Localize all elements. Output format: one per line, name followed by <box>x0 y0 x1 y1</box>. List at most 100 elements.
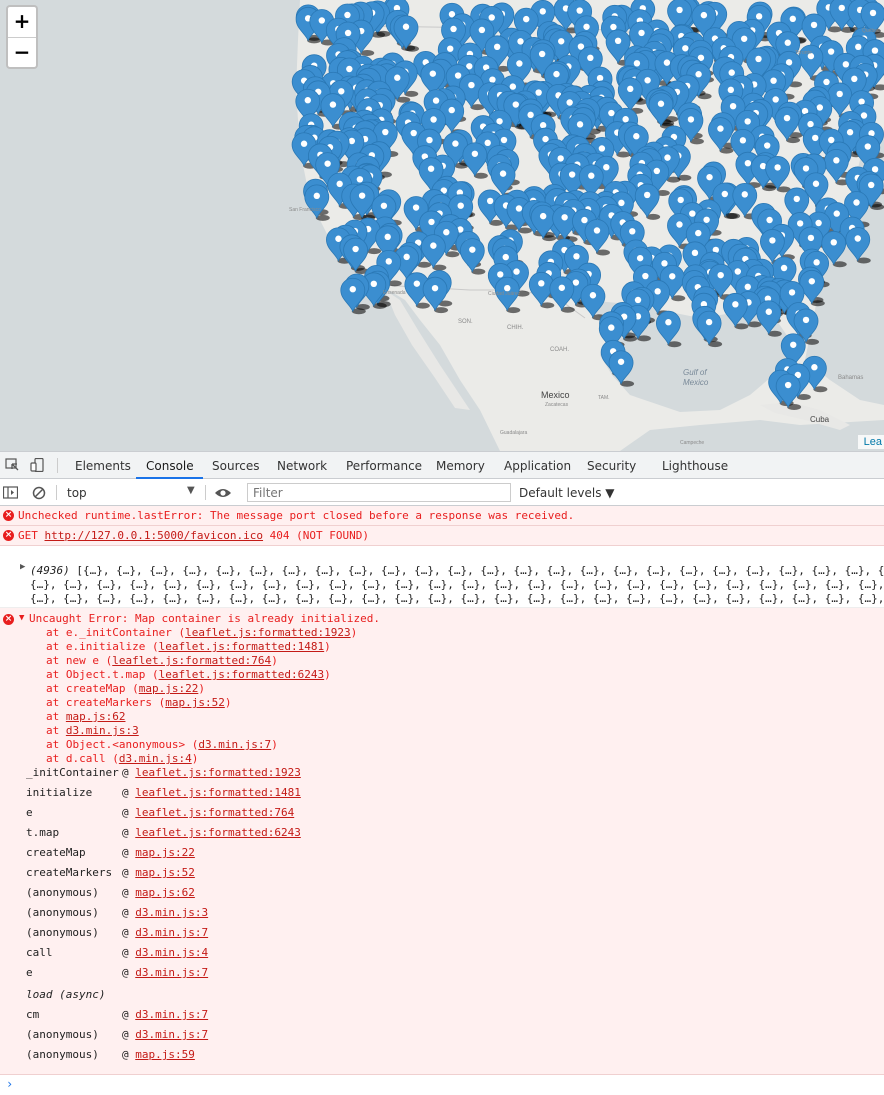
stack-function-name: e <box>26 966 33 979</box>
stack-source-link[interactable]: map.js:62 <box>135 886 195 899</box>
eye-icon[interactable] <box>214 486 232 500</box>
tab-application[interactable]: Application <box>504 459 571 473</box>
stack-source-link[interactable]: leaflet.js:formatted:6243 <box>135 826 301 839</box>
context-caret-icon[interactable]: ▼ <box>187 485 195 496</box>
map-marker[interactable] <box>530 204 557 242</box>
map-marker[interactable] <box>655 310 682 348</box>
map-marker[interactable] <box>580 283 606 321</box>
error-trace: at e._initContainer (leaflet.js:formatte… <box>46 626 357 766</box>
stack-source-link[interactable]: d3.min.js:7 <box>135 1008 208 1021</box>
label-guadalajara: Guadalajara <box>500 430 528 436</box>
stack-source-link[interactable]: d3.min.js:7 <box>135 1028 208 1041</box>
map-container[interactable]: Mexico Gulf of Mexico Cuba Bahamas SON. … <box>0 0 884 451</box>
stack-source-link[interactable]: d3.min.js:3 <box>135 906 208 919</box>
map-marker[interactable] <box>304 184 330 221</box>
console-log-row[interactable]: ▶ (4936) [{…}, {…}, {…}, {…}, {…}, {…}, … <box>0 546 884 608</box>
stack-source: @ leaflet.js:formatted:1923 <box>122 766 301 779</box>
trace-source-link[interactable]: map.js:62 <box>66 710 126 723</box>
label-son: SON. <box>458 319 473 325</box>
filter-input[interactable] <box>247 483 511 502</box>
tab-memory[interactable]: Memory <box>436 459 485 473</box>
map-marker[interactable] <box>696 310 723 348</box>
map-marker[interactable] <box>845 227 871 264</box>
expand-triangle-icon[interactable]: ▶ <box>20 562 25 572</box>
map-marker[interactable] <box>648 92 674 129</box>
stack-source-link[interactable]: map.js:52 <box>135 866 195 879</box>
context-selector[interactable]: top <box>67 486 87 500</box>
trace-source-link[interactable]: d3.min.js:4 <box>119 752 192 765</box>
tab-security[interactable]: Security <box>587 459 636 473</box>
map-marker[interactable] <box>340 277 366 315</box>
console-prompt-row[interactable]: › <box>0 1075 884 1095</box>
stack-source: @ d3.min.js:7 <box>122 966 208 979</box>
tab-elements[interactable]: Elements <box>75 459 131 473</box>
trace-source-link[interactable]: leaflet.js:formatted:764 <box>112 654 271 667</box>
sidebar-toggle-icon[interactable] <box>3 486 18 500</box>
clear-console-icon[interactable] <box>32 486 47 500</box>
tab-performance[interactable]: Performance <box>346 459 422 473</box>
tab-network[interactable]: Network <box>277 459 327 473</box>
at-sign: @ <box>122 966 129 979</box>
at-sign: @ <box>122 1048 129 1061</box>
trace-line: at e._initContainer (leaflet.js:formatte… <box>46 626 357 640</box>
stack-source-link[interactable]: map.js:22 <box>135 846 195 859</box>
zoom-out-button[interactable]: − <box>8 37 36 67</box>
trace-source-link[interactable]: d3.min.js:7 <box>198 738 271 751</box>
stack-frame: e @ d3.min.js:7 <box>0 966 884 986</box>
device-toolbar-icon[interactable] <box>30 458 45 472</box>
array-preview-line: {…}, {…}, {…}, {…}, {…}, {…}, {…}, {…}, … <box>30 578 884 591</box>
stack-source-link[interactable]: d3.min.js:7 <box>135 926 208 939</box>
trace-source-link[interactable]: leaflet.js:formatted:1481 <box>159 640 325 653</box>
array-preview-line: [{…}, {…}, {…}, {…}, {…}, {…}, {…}, {…},… <box>76 564 884 577</box>
at-sign: @ <box>122 786 129 799</box>
stack-function-name: call <box>26 946 53 959</box>
map-marker[interactable] <box>459 238 486 275</box>
map-marker[interactable] <box>634 183 661 220</box>
trace-source-link[interactable]: map.js:22 <box>139 682 199 695</box>
trace-source-link[interactable]: d3.min.js:3 <box>66 724 139 737</box>
map-marker[interactable] <box>722 292 749 330</box>
trace-source-link[interactable]: leaflet.js:formatted:1923 <box>185 626 351 639</box>
stack-source-link[interactable]: d3.min.js:4 <box>135 946 208 959</box>
stack-source: @ leaflet.js:formatted:1481 <box>122 786 301 799</box>
tab-console[interactable]: Console <box>146 459 194 473</box>
stack-function-name: (anonymous) <box>26 926 99 939</box>
map-marker[interactable] <box>584 219 610 256</box>
map-marker[interactable] <box>799 269 825 307</box>
log-levels-dropdown[interactable]: Default levels ▼ <box>519 486 615 500</box>
stack-function-name: _initContainer <box>26 766 119 779</box>
inspect-element-icon[interactable] <box>5 458 20 472</box>
map-marker[interactable] <box>774 106 801 144</box>
stack-function-name: initialize <box>26 786 93 799</box>
stack-function-name: (anonymous) <box>26 1028 99 1041</box>
trace-source-link[interactable]: leaflet.js:formatted:6243 <box>159 668 325 681</box>
map-marker[interactable] <box>708 117 734 154</box>
trace-source-link[interactable]: map.js:52 <box>165 696 225 709</box>
tab-sources[interactable]: Sources <box>212 459 259 473</box>
zoom-control: + − <box>6 5 38 69</box>
attribution-link[interactable]: Lea <box>857 435 884 449</box>
request-url-link[interactable]: http://127.0.0.1:5000/favicon.ico <box>45 529 264 542</box>
collapse-triangle-icon[interactable]: ▼ <box>19 613 24 623</box>
map-marker[interactable] <box>608 350 635 387</box>
map-marker[interactable] <box>756 300 782 337</box>
zoom-in-button[interactable]: + <box>8 7 36 37</box>
label-toronto: Toronto <box>795 50 812 56</box>
stack-source-link[interactable]: map.js:59 <box>135 1048 195 1061</box>
map-marker[interactable] <box>549 276 575 313</box>
map-marker[interactable] <box>462 142 488 179</box>
devtools-panel: Elements Console Sources Network Perform… <box>0 451 884 1093</box>
label-coah: COAH. <box>550 347 570 353</box>
map-marker[interactable] <box>343 237 369 275</box>
stack-source-link[interactable]: leaflet.js:formatted:1923 <box>135 766 301 779</box>
map-marker[interactable] <box>393 15 420 52</box>
map-marker[interactable] <box>775 373 802 411</box>
stack-source-link[interactable]: leaflet.js:formatted:764 <box>135 806 294 819</box>
stack-source-link[interactable]: d3.min.js:7 <box>135 966 208 979</box>
marker-layer[interactable] <box>0 0 884 451</box>
array-count: (4936) <box>30 564 70 577</box>
label-campeche: Campeche <box>680 440 705 446</box>
stack-source-link[interactable]: leaflet.js:formatted:1481 <box>135 786 301 799</box>
tab-lighthouse[interactable]: Lighthouse <box>662 459 728 473</box>
label-zacatecas: Zacatecas <box>545 402 569 408</box>
